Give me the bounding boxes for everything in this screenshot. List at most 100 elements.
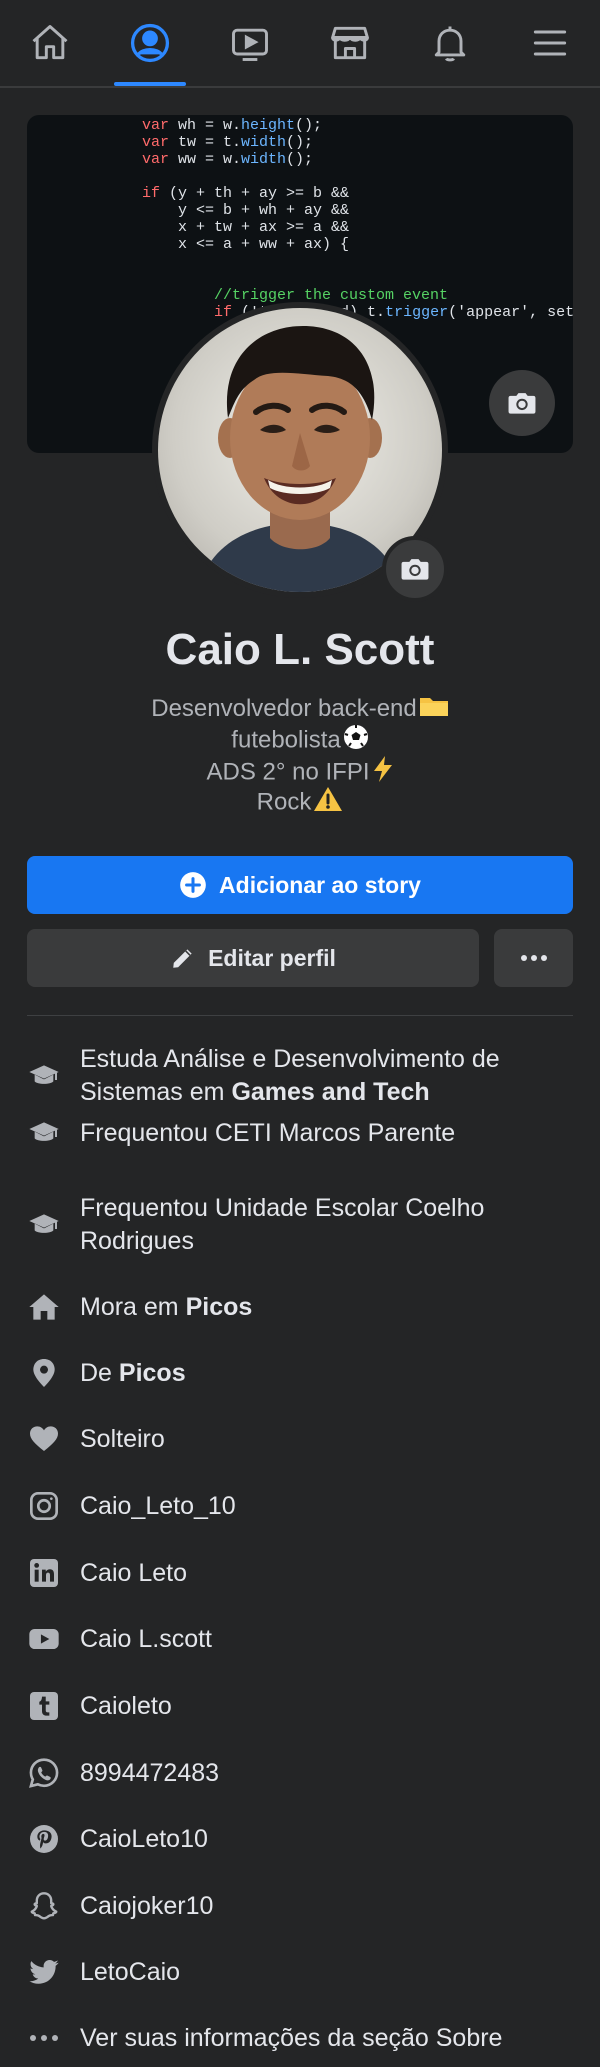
plus-circle-icon xyxy=(179,871,207,899)
info-text-prefix: LetoCaio xyxy=(80,1957,181,1986)
edit-cover-photo-button[interactable] xyxy=(489,370,555,436)
info-text: Caio L.scott xyxy=(80,1623,212,1656)
pencil-icon xyxy=(170,945,196,971)
snapchat-icon xyxy=(27,1889,61,1923)
info-text-prefix: 8994472483 xyxy=(80,1758,220,1787)
code-line: y <= b + wh + ay && xyxy=(142,202,350,219)
profile-bio: Desenvolvedor back-end futebolista ADS 2… xyxy=(0,693,600,817)
info-text: Caioleto xyxy=(80,1690,172,1723)
camera-icon xyxy=(401,559,429,580)
info-text: Ver suas informações da seção Sobre xyxy=(80,2022,502,2055)
info-row-education[interactable]: Frequentou Unidade Escolar Coelho Rodrig… xyxy=(27,1192,573,1258)
info-text: Frequentou Unidade Escolar Coelho Rodrig… xyxy=(80,1192,573,1258)
soccer-ball-icon xyxy=(343,724,369,758)
bio-line: ADS 2° no IFPI xyxy=(0,755,600,786)
info-text: LetoCaio xyxy=(80,1956,180,1989)
info-text: Caio Leto xyxy=(80,1557,187,1590)
top-navigation xyxy=(0,0,600,88)
nav-menu[interactable] xyxy=(500,0,600,86)
add-to-story-button[interactable]: Adicionar ao story xyxy=(27,856,573,914)
info-row-instagram[interactable]: Caio_Leto_10 xyxy=(27,1485,573,1527)
bell-icon xyxy=(434,26,466,62)
info-text-prefix: Caiojoker10 xyxy=(80,1891,214,1920)
more-dots-icon xyxy=(520,955,547,961)
instagram-icon xyxy=(27,1489,61,1523)
linkedin-icon xyxy=(27,1556,61,1590)
info-row-education[interactable]: Estuda Análise e Desenvolvimento de Sist… xyxy=(27,1043,573,1109)
info-text: Caio_Leto_10 xyxy=(80,1490,236,1523)
bio-line: Rock xyxy=(0,786,600,817)
menu-icon xyxy=(533,30,567,56)
bio-text: futebolista xyxy=(231,726,341,754)
info-row-linkedin[interactable]: Caio Leto xyxy=(27,1552,573,1594)
info-row-more-dots[interactable]: Ver suas informações da seção Sobre xyxy=(27,2017,573,2059)
twitter-icon xyxy=(27,1955,61,1989)
code-line: var wh = w.height(); xyxy=(142,117,323,134)
camera-icon xyxy=(508,393,536,414)
pinterest-icon xyxy=(27,1822,61,1856)
info-text: Mora em Picos xyxy=(80,1291,252,1324)
info-text-prefix: CaioLeto10 xyxy=(80,1824,208,1853)
info-row-home[interactable]: Mora em Picos xyxy=(27,1286,573,1328)
info-row-tumblr[interactable]: Caioleto xyxy=(27,1685,573,1727)
info-text-prefix: Caio Leto xyxy=(80,1558,188,1587)
education-icon xyxy=(27,1208,61,1242)
location-pin-icon xyxy=(27,1356,61,1390)
info-text-bold: Games and Tech xyxy=(231,1078,430,1106)
nav-notifications[interactable] xyxy=(400,0,500,86)
info-text: De Picos xyxy=(80,1357,186,1390)
lightning-icon xyxy=(372,755,394,791)
nav-watch[interactable] xyxy=(200,0,300,86)
edit-profile-button[interactable]: Editar perfil xyxy=(27,929,479,987)
add-to-story-label: Adicionar ao story xyxy=(219,871,421,898)
info-text-prefix: De xyxy=(80,1358,119,1387)
info-text-prefix: Frequentou CETI Marcos Parente xyxy=(80,1118,456,1147)
nav-home[interactable] xyxy=(0,0,100,86)
edit-profile-picture-button[interactable] xyxy=(382,536,448,602)
info-text: Caiojoker10 xyxy=(80,1890,213,1923)
info-row-heart[interactable]: Solteiro xyxy=(27,1418,573,1460)
bio-line: Desenvolvedor back-end xyxy=(0,693,600,724)
info-text-prefix: Mora em xyxy=(80,1292,186,1321)
home-icon xyxy=(27,1290,61,1324)
info-row-whatsapp[interactable]: 8994472483 xyxy=(27,1752,573,1794)
info-text-prefix: Caio L.scott xyxy=(80,1624,213,1653)
warning-icon xyxy=(313,786,343,820)
bio-text: ADS 2° no IFPI xyxy=(206,758,370,786)
marketplace-icon xyxy=(331,26,369,60)
info-text-prefix: Frequentou Unidade Escolar Coelho Rodrig… xyxy=(80,1194,485,1255)
info-row-education[interactable]: Frequentou CETI Marcos Parente xyxy=(27,1112,573,1154)
bio-text: Desenvolvedor back-end xyxy=(151,695,417,722)
info-row-snapchat[interactable]: Caiojoker10 xyxy=(27,1885,573,1927)
info-text: Solteiro xyxy=(80,1423,165,1456)
info-text-bold: Picos xyxy=(185,1292,253,1321)
info-text-bold: Picos xyxy=(118,1358,186,1387)
bio-text: Rock xyxy=(256,788,312,816)
code-line: //trigger the custom event xyxy=(142,287,449,304)
code-line: var tw = t.width(); xyxy=(142,134,314,151)
info-text-prefix: Caio_Leto_10 xyxy=(80,1491,236,1520)
info-row-youtube[interactable]: Caio L.scott xyxy=(27,1618,573,1660)
info-row-twitter[interactable]: LetoCaio xyxy=(27,1951,573,1993)
home-icon xyxy=(32,25,68,60)
folder-icon xyxy=(419,694,449,726)
info-text-prefix: Solteiro xyxy=(80,1424,165,1453)
info-text: Frequentou CETI Marcos Parente xyxy=(80,1117,455,1150)
code-line: x <= a + ww + ax) { xyxy=(142,236,350,253)
info-text: CaioLeto10 xyxy=(80,1823,208,1856)
heart-icon xyxy=(27,1422,61,1456)
code-line: x + tw + ax >= a && xyxy=(142,219,350,236)
tumblr-icon xyxy=(27,1689,61,1723)
education-icon xyxy=(27,1059,61,1093)
education-icon xyxy=(27,1116,61,1150)
info-row-pinterest[interactable]: CaioLeto10 xyxy=(27,1818,573,1860)
section-divider xyxy=(27,1015,573,1016)
info-row-location-pin[interactable]: De Picos xyxy=(27,1352,573,1394)
nav-marketplace[interactable] xyxy=(300,0,400,86)
info-text-prefix: Caioleto xyxy=(80,1691,172,1720)
nav-profile[interactable] xyxy=(100,0,200,86)
more-options-button[interactable] xyxy=(494,929,573,987)
